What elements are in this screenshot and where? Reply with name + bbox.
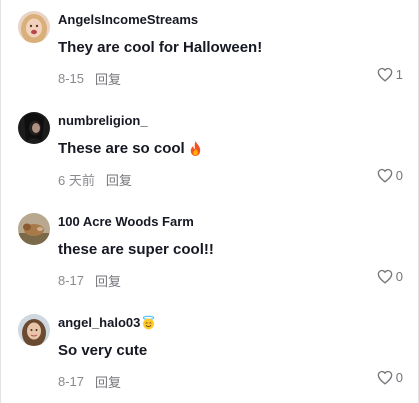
like-count: 0	[395, 370, 403, 385]
avatar[interactable]	[18, 314, 50, 346]
comment-item: numbreligion_ These are so cool 6 天前 回复 …	[1, 101, 419, 201]
comment-meta: 6 天前 回复	[58, 170, 132, 189]
like-count: 0	[395, 269, 403, 284]
reply-button[interactable]: 回复	[95, 372, 121, 391]
reply-button[interactable]: 回复	[106, 170, 132, 189]
comment-date: 8-15	[58, 71, 85, 86]
comment-meta: 8-17 回复	[58, 271, 121, 290]
comment-date: 6 天前	[58, 173, 95, 188]
like-count: 0	[395, 168, 403, 183]
heart-icon	[377, 370, 393, 385]
comment-date: 8-17	[58, 273, 85, 288]
heart-icon	[377, 168, 393, 183]
comment-text-content: These are so cool	[58, 140, 185, 157]
avatar-image	[18, 213, 50, 245]
comment-date: 8-17	[58, 374, 85, 389]
comment-username[interactable]: numbreligion_	[58, 113, 148, 128]
reply-button[interactable]: 回复	[95, 271, 121, 290]
comment-text: So very cute	[58, 342, 148, 359]
avatar-image	[18, 11, 50, 43]
like-button[interactable]: 0	[377, 168, 403, 183]
heart-icon	[377, 67, 393, 82]
comment-meta: 8-17 回复	[58, 372, 121, 391]
comment-username[interactable]: AngelsIncomeStreams	[58, 12, 198, 27]
like-button[interactable]: 0	[377, 269, 403, 284]
comment-item: angel_halo03 So very cute 8-17 回复 0	[1, 303, 419, 403]
avatar-image	[18, 112, 50, 144]
comment-username[interactable]: angel_halo03	[58, 315, 156, 330]
comment-item: AngelsIncomeStreams They are cool for Ha…	[1, 0, 419, 100]
heart-icon	[377, 269, 393, 284]
comment-text: these are super cool!!	[58, 241, 214, 258]
avatar-image	[18, 314, 50, 346]
fire-emoji-icon	[188, 140, 203, 157]
comment-meta: 8-15 回复	[58, 69, 121, 88]
comments-list: AngelsIncomeStreams They are cool for Ha…	[0, 0, 419, 403]
comment-text: They are cool for Halloween!	[58, 39, 263, 56]
avatar[interactable]	[18, 11, 50, 43]
avatar[interactable]	[18, 213, 50, 245]
like-count: 1	[395, 67, 403, 82]
reply-button[interactable]: 回复	[95, 69, 121, 88]
smiling-halo-emoji-icon	[141, 315, 156, 330]
comment-text: These are so cool	[58, 140, 203, 157]
avatar[interactable]	[18, 112, 50, 144]
comment-item: 100 Acre Woods Farm these are super cool…	[1, 202, 419, 302]
like-button[interactable]: 0	[377, 370, 403, 385]
comment-username-text: angel_halo03	[58, 315, 141, 330]
like-button[interactable]: 1	[377, 67, 403, 82]
comment-username[interactable]: 100 Acre Woods Farm	[58, 214, 194, 229]
